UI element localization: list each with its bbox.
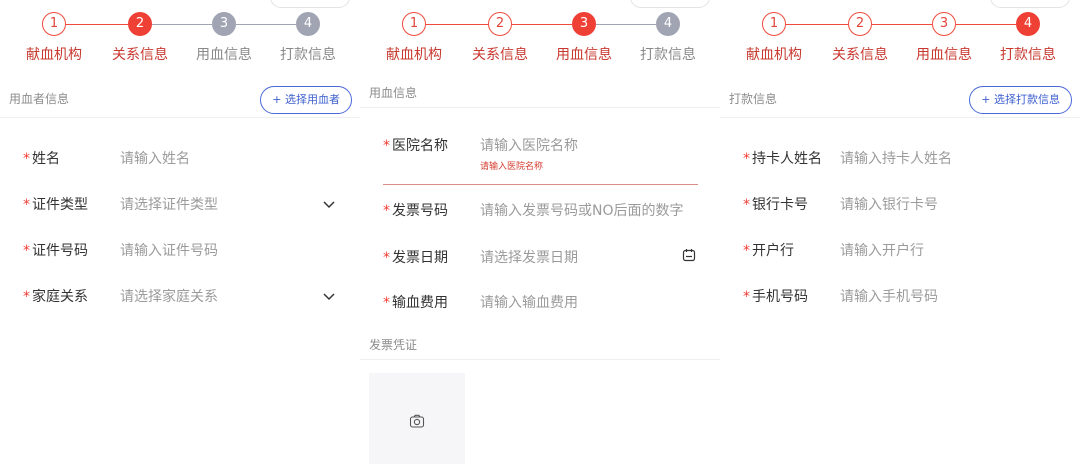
camera-icon bbox=[409, 414, 425, 428]
step-2[interactable]: 2 关系信息 bbox=[820, 12, 900, 64]
section-title: 用血者信息 bbox=[9, 92, 70, 106]
field-label: * 输血费用 bbox=[383, 295, 448, 311]
step-label: 打款信息 bbox=[280, 47, 336, 63]
field-label: * 银行卡号 bbox=[743, 197, 808, 213]
field-label: * 证件号码 bbox=[23, 243, 88, 259]
step-2[interactable]: 2 关系信息 bbox=[100, 12, 180, 64]
step-3[interactable]: 3 用血信息 bbox=[184, 12, 264, 64]
invoice-date-field[interactable]: * 发票日期 请选择发票日期 bbox=[383, 247, 697, 293]
hospital-name-input[interactable]: 请输入医院名称 bbox=[480, 135, 578, 155]
step-4[interactable]: 4 打款信息 bbox=[268, 12, 348, 64]
section-title: 用血信息 bbox=[369, 86, 418, 100]
field-label: * 持卡人姓名 bbox=[743, 151, 822, 167]
step-number: 1 bbox=[42, 12, 66, 36]
panel-relationship-info: 1 献血机构 2 关系信息 3 用血信息 4 打款信息 用血者信息 + 选择用血… bbox=[0, 0, 360, 464]
step-number: 1 bbox=[402, 12, 426, 36]
section-title: 打款信息 bbox=[729, 92, 778, 106]
error-underline bbox=[383, 184, 698, 185]
step-number: 4 bbox=[1016, 12, 1040, 36]
name-field[interactable]: * 姓名 请输入姓名 bbox=[23, 148, 337, 194]
step-label: 献血机构 bbox=[26, 47, 82, 63]
panel-payment-info: 1 献血机构 2 关系信息 3 用血信息 4 打款信息 打款信息 + 选择打款信… bbox=[720, 0, 1080, 464]
step-number: 2 bbox=[128, 12, 152, 36]
field-label: * 证件类型 bbox=[23, 197, 88, 213]
step-3[interactable]: 3 用血信息 bbox=[544, 12, 624, 64]
step-number: 4 bbox=[296, 12, 320, 36]
field-label: * 家庭关系 bbox=[23, 289, 88, 305]
step-number: 3 bbox=[932, 12, 956, 36]
invoice-number-field[interactable]: * 发票号码 请输入发票号码或NO后面的数字 bbox=[383, 200, 697, 246]
family-relation-select[interactable]: * 家庭关系 请选择家庭关系 bbox=[23, 286, 337, 332]
chevron-down-icon[interactable] bbox=[321, 196, 337, 212]
field-label: * 发票日期 bbox=[383, 250, 448, 266]
field-label: * 医院名称 bbox=[383, 138, 448, 154]
field-label: * 手机号码 bbox=[743, 289, 808, 305]
bank-branch-input[interactable]: 请输入开户行 bbox=[840, 240, 924, 260]
step-label: 关系信息 bbox=[472, 47, 528, 63]
step-4[interactable]: 4 打款信息 bbox=[988, 12, 1068, 64]
step-4[interactable]: 4 打款信息 bbox=[628, 12, 708, 64]
error-message: 请输入医院名称 bbox=[480, 162, 544, 172]
section-header: 发票凭证 bbox=[360, 328, 720, 360]
screens-container: 1 献血机构 2 关系信息 3 用血信息 4 打款信息 用血者信息 + 选择用血… bbox=[0, 0, 1080, 464]
id-number-input[interactable]: 请输入证件号码 bbox=[120, 240, 218, 260]
section-header: 用血信息 bbox=[360, 76, 720, 108]
panel-blood-usage-info: 1 献血机构 2 关系信息 3 用血信息 4 打款信息 用血信息 * 医院名称 请… bbox=[360, 0, 720, 464]
bank-branch-field[interactable]: * 开户行 请输入开户行 bbox=[743, 240, 1057, 286]
bank-card-input[interactable]: 请输入银行卡号 bbox=[840, 194, 938, 214]
step-1[interactable]: 1 献血机构 bbox=[14, 12, 94, 64]
phone-number-field[interactable]: * 手机号码 请输入手机号码 bbox=[743, 286, 1057, 332]
step-2[interactable]: 2 关系信息 bbox=[460, 12, 540, 64]
id-number-field[interactable]: * 证件号码 请输入证件号码 bbox=[23, 240, 337, 286]
step-number: 4 bbox=[656, 12, 680, 36]
step-3[interactable]: 3 用血信息 bbox=[904, 12, 984, 64]
step-number: 2 bbox=[848, 12, 872, 36]
invoice-date-input[interactable]: 请选择发票日期 bbox=[480, 247, 578, 267]
transfusion-fee-input[interactable]: 请输入输血费用 bbox=[480, 292, 578, 312]
step-number: 3 bbox=[212, 12, 236, 36]
stepper: 1 献血机构 2 关系信息 3 用血信息 4 打款信息 bbox=[0, 0, 360, 74]
hospital-name-field[interactable]: * 医院名称 请输入医院名称 请输入医院名称 bbox=[383, 135, 697, 181]
field-label: * 姓名 bbox=[23, 151, 60, 167]
step-label: 关系信息 bbox=[112, 47, 168, 63]
step-label: 用血信息 bbox=[196, 47, 252, 63]
step-label: 献血机构 bbox=[386, 47, 442, 63]
step-label: 打款信息 bbox=[1000, 47, 1056, 63]
id-type-select[interactable]: * 证件类型 请选择证件类型 bbox=[23, 194, 337, 240]
field-label: * 发票号码 bbox=[383, 203, 448, 219]
id-type-value[interactable]: 请选择证件类型 bbox=[120, 194, 218, 214]
phone-number-input[interactable]: 请输入手机号码 bbox=[840, 286, 938, 306]
cardholder-name-input[interactable]: 请输入持卡人姓名 bbox=[840, 148, 952, 168]
invoice-number-input[interactable]: 请输入发票号码或NO后面的数字 bbox=[480, 200, 684, 220]
calendar-icon[interactable] bbox=[681, 247, 697, 263]
step-number: 2 bbox=[488, 12, 512, 36]
cardholder-name-field[interactable]: * 持卡人姓名 请输入持卡人姓名 bbox=[743, 148, 1057, 194]
section-title: 发票凭证 bbox=[369, 338, 418, 352]
step-label: 关系信息 bbox=[832, 47, 888, 63]
step-number: 3 bbox=[572, 12, 596, 36]
step-number: 1 bbox=[762, 12, 786, 36]
step-1[interactable]: 1 献血机构 bbox=[374, 12, 454, 64]
section-header: 打款信息 + 选择打款信息 bbox=[720, 82, 1080, 118]
step-label: 打款信息 bbox=[640, 47, 696, 63]
step-label: 献血机构 bbox=[746, 47, 802, 63]
stepper: 1 献血机构 2 关系信息 3 用血信息 4 打款信息 bbox=[360, 0, 720, 74]
stepper: 1 献血机构 2 关系信息 3 用血信息 4 打款信息 bbox=[720, 0, 1080, 74]
bank-card-field[interactable]: * 银行卡号 请输入银行卡号 bbox=[743, 194, 1057, 240]
field-label: * 开户行 bbox=[743, 243, 794, 259]
step-label: 用血信息 bbox=[916, 47, 972, 63]
select-blood-user-button[interactable]: + 选择用血者 bbox=[260, 86, 352, 114]
family-relation-value[interactable]: 请选择家庭关系 bbox=[120, 286, 218, 306]
step-label: 用血信息 bbox=[556, 47, 612, 63]
name-input[interactable]: 请输入姓名 bbox=[120, 148, 190, 168]
step-1[interactable]: 1 献血机构 bbox=[734, 12, 814, 64]
select-payment-info-button[interactable]: + 选择打款信息 bbox=[969, 86, 1072, 114]
section-header: 用血者信息 + 选择用血者 bbox=[0, 82, 360, 118]
chevron-down-icon[interactable] bbox=[321, 288, 337, 304]
invoice-upload[interactable] bbox=[369, 373, 465, 464]
